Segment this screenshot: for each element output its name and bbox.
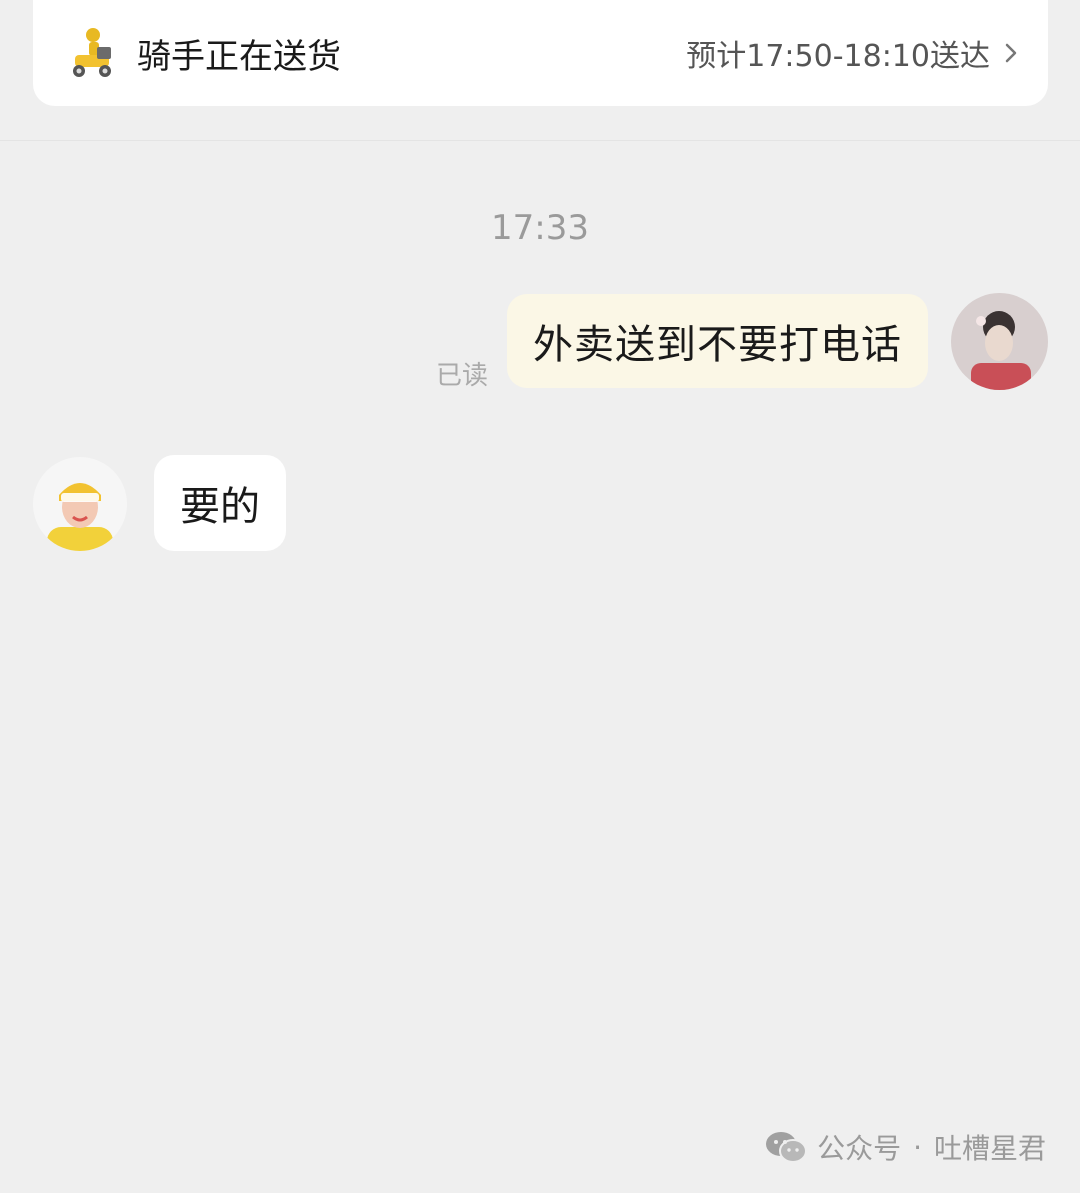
delivery-status-card[interactable]: 骑手正在送货 预计17:50-18:10送达 [33, 0, 1048, 106]
eta-link[interactable]: 预计17:50-18:10送达 [686, 31, 1018, 75]
wechat-icon [766, 1132, 808, 1163]
incoming-message-bubble[interactable]: 要的 [154, 455, 286, 551]
user-avatar-image [951, 293, 1048, 390]
rider-avatar[interactable] [33, 457, 127, 551]
chat-timestamp: 17:33 [491, 208, 589, 248]
eta-text: 预计17:50-18:10送达 [686, 39, 990, 74]
rider-avatar-image [33, 457, 127, 551]
message-text: 要的 [180, 484, 260, 530]
watermark: 公众号 · 吐槽星君 [765, 1127, 1046, 1167]
status-title: 骑手正在送货 [137, 36, 341, 77]
outgoing-message-bubble[interactable]: 外卖送到不要打电话 [507, 294, 928, 388]
scooter-icon [73, 28, 111, 77]
message-text: 外卖送到不要打电话 [533, 322, 902, 368]
watermark-prefix: 公众号 [817, 1132, 902, 1165]
chevron-right-icon [1005, 43, 1017, 63]
divider [0, 140, 1080, 141]
watermark-name: 吐槽星君 [933, 1132, 1046, 1165]
read-receipt: 已读 [436, 361, 489, 391]
my-avatar[interactable] [951, 293, 1048, 390]
watermark-separator: · [913, 1130, 922, 1164]
